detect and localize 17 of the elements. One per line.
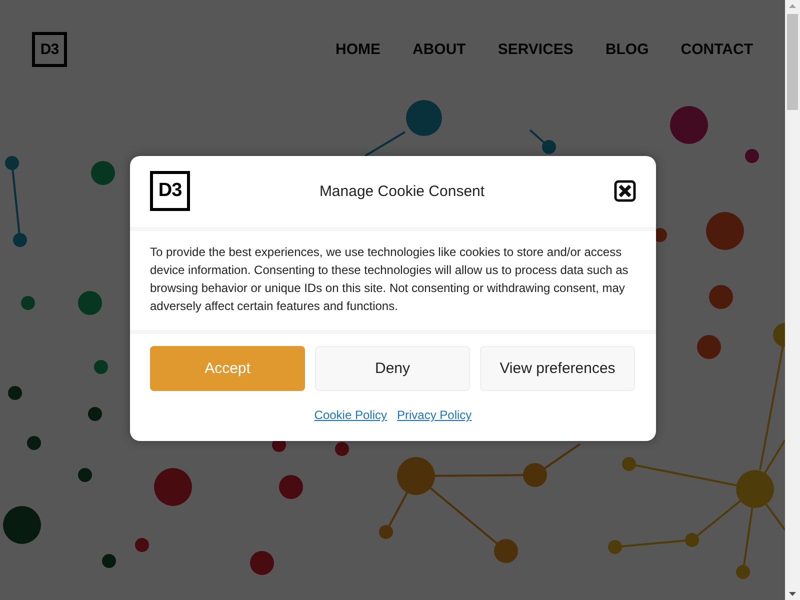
consent-message: To provide the best experiences, we use technologies like cookies to store and/or access device information. Consenting to these technologies will allow us to process data such as browsing behavior or unique IDs on this site. Not consenting or withdrawing consent, may adversely affect certain features and functions. [130,231,656,334]
site-logo: D3 [32,32,67,66]
nav-link[interactable]: CONTACT [680,40,753,58]
dialog-title: Manage Cookie Consent [318,182,486,200]
dialog-logo: D3 [150,171,190,211]
scroll-down-icon[interactable] [789,592,796,596]
close-button[interactable] [614,180,636,202]
nav-link[interactable]: SERVICES [498,40,574,58]
nav-link[interactable]: BLOG [605,40,649,58]
scrollbar-thumb[interactable] [787,14,798,110]
policy-link[interactable]: Privacy Policy [397,408,472,422]
accept-button[interactable]: Accept [150,346,305,391]
policy-link[interactable]: Cookie Policy [314,408,387,422]
nav-link[interactable]: HOME [336,40,381,58]
nav-link[interactable]: ABOUT [412,40,466,58]
option-button[interactable]: Deny [315,346,470,391]
option-button[interactable]: View preferences [480,346,635,391]
